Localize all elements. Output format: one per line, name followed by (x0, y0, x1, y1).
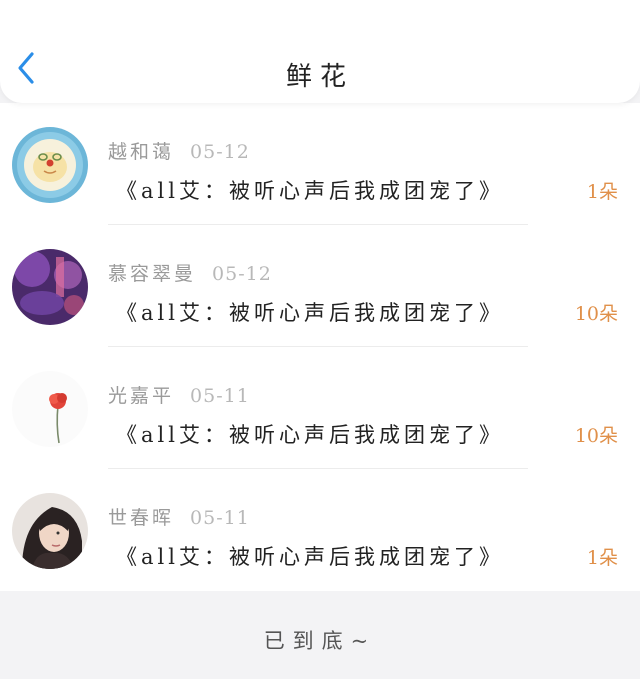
list-item[interactable]: 世春晖 05-11 《all艾：被听心声后我成团宠了》 1朵 (0, 469, 640, 591)
sender-name: 慕容翠曼 (108, 263, 197, 285)
red-flower-avatar (12, 371, 88, 447)
sender-name: 越和蔼 (108, 141, 175, 163)
sender-name: 光嘉平 (108, 385, 175, 407)
portrait-avatar (12, 493, 88, 569)
send-date: 05-12 (212, 263, 272, 285)
flower-record-list: 越和蔼 05-12 《all艾：被听心声后我成团宠了》 1朵 慕容翠曼 05-12 … (0, 103, 640, 591)
send-date: 05-12 (190, 141, 250, 163)
book-title: 《all艾：被听心声后我成团宠了》 (116, 423, 504, 447)
list-item[interactable]: 越和蔼 05-12 《all艾：被听心声后我成团宠了》 1朵 (0, 103, 640, 225)
flower-amount: 10朵 (574, 303, 618, 325)
sender-meta: 慕容翠曼 05-12 (108, 259, 272, 286)
sender-meta: 世春晖 05-11 (108, 503, 250, 530)
send-date: 05-11 (190, 507, 250, 529)
pudding-avatar (12, 127, 88, 203)
top-bar: 鲜花 (0, 0, 640, 103)
flower-amount: 1朵 (586, 547, 618, 569)
sender-meta: 越和蔼 05-12 (108, 137, 250, 164)
flower-amount: 10朵 (574, 425, 618, 447)
send-date: 05-11 (190, 385, 250, 407)
list-item[interactable]: 光嘉平 05-11 《all艾：被听心声后我成团宠了》 10朵 (0, 347, 640, 469)
page-title: 鲜花 (285, 62, 354, 92)
flower-amount: 1朵 (586, 181, 618, 203)
list-end-footer: 已到底~ (0, 591, 640, 679)
end-of-list-text: 已到底~ (263, 629, 377, 653)
book-title: 《all艾：被听心声后我成团宠了》 (116, 545, 504, 569)
book-title: 《all艾：被听心声后我成团宠了》 (116, 179, 504, 203)
list-item[interactable]: 慕容翠曼 05-12 《all艾：被听心声后我成团宠了》 10朵 (0, 225, 640, 347)
sender-name: 世春晖 (108, 507, 175, 529)
sender-meta: 光嘉平 05-11 (108, 381, 250, 408)
book-title: 《all艾：被听心声后我成团宠了》 (116, 301, 504, 325)
purple-room-avatar (12, 249, 88, 325)
